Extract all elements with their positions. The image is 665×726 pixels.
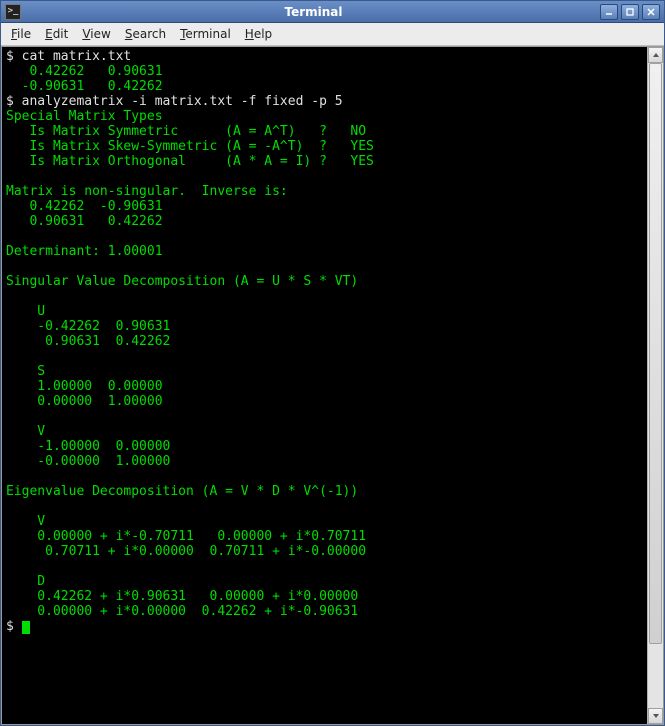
output-line: 0.00000 + i*0.00000 0.42262 + i*-0.90631 bbox=[6, 604, 358, 619]
output-line: D bbox=[6, 574, 45, 589]
maximize-button[interactable] bbox=[621, 4, 639, 20]
output-line: U bbox=[6, 304, 45, 319]
close-button[interactable] bbox=[642, 4, 660, 20]
scroll-thumb[interactable] bbox=[649, 63, 662, 644]
output-line: 0.70711 + i*0.00000 0.70711 + i*-0.00000 bbox=[6, 544, 366, 559]
menu-view[interactable]: View bbox=[76, 25, 116, 43]
cursor bbox=[22, 621, 30, 634]
output-line: 0.42262 0.90631 bbox=[6, 64, 163, 79]
output-line: Singular Value Decomposition (A = U * S … bbox=[6, 274, 358, 289]
output-line: 0.00000 1.00000 bbox=[6, 394, 163, 409]
terminal-area: $ cat matrix.txt 0.42262 0.90631 -0.9063… bbox=[1, 46, 664, 725]
menu-edit[interactable]: Edit bbox=[39, 25, 74, 43]
output-line: V bbox=[6, 424, 45, 439]
scroll-up-button[interactable] bbox=[648, 47, 663, 63]
menubar: File Edit View Search Terminal Help bbox=[1, 23, 664, 46]
output-line: Is Matrix Symmetric (A = A^T) ? NO bbox=[6, 124, 366, 139]
output-line: V bbox=[6, 514, 45, 529]
terminal-icon: >_ bbox=[5, 4, 21, 20]
menu-search[interactable]: Search bbox=[119, 25, 172, 43]
terminal-output[interactable]: $ cat matrix.txt 0.42262 0.90631 -0.9063… bbox=[2, 47, 647, 724]
output-line: 0.42262 -0.90631 bbox=[6, 199, 163, 214]
output-line: 0.00000 + i*-0.70711 0.00000 + i*0.70711 bbox=[6, 529, 366, 544]
window-title: Terminal bbox=[27, 5, 600, 19]
output-line: 0.42262 + i*0.90631 0.00000 + i*0.00000 bbox=[6, 589, 358, 604]
command-text: analyzematrix -i matrix.txt -f fixed -p … bbox=[22, 94, 343, 109]
output-line: -0.90631 0.42262 bbox=[6, 79, 163, 94]
output-line: 0.90631 0.42262 bbox=[6, 214, 163, 229]
scrollbar[interactable] bbox=[647, 47, 663, 724]
output-line: Determinant: 1.00001 bbox=[6, 244, 163, 259]
menu-help[interactable]: Help bbox=[239, 25, 278, 43]
titlebar[interactable]: >_ Terminal bbox=[1, 1, 664, 23]
output-line: 0.90631 0.42262 bbox=[6, 334, 170, 349]
output-line: Is Matrix Orthogonal (A * A = I) ? YES bbox=[6, 154, 374, 169]
output-line: -0.00000 1.00000 bbox=[6, 454, 170, 469]
output-line: Special Matrix Types bbox=[6, 109, 163, 124]
scroll-track[interactable] bbox=[648, 63, 663, 708]
prompt: $ bbox=[6, 49, 22, 64]
output-line: Eigenvalue Decomposition (A = V * D * V^… bbox=[6, 484, 358, 499]
prompt: $ bbox=[6, 94, 22, 109]
minimize-button[interactable] bbox=[600, 4, 618, 20]
scroll-down-button[interactable] bbox=[648, 708, 663, 724]
menu-terminal[interactable]: Terminal bbox=[174, 25, 237, 43]
terminal-window: >_ Terminal File Edit View Search Termin… bbox=[0, 0, 665, 726]
output-line: 1.00000 0.00000 bbox=[6, 379, 163, 394]
window-controls bbox=[600, 4, 660, 20]
output-line: -0.42262 0.90631 bbox=[6, 319, 170, 334]
output-line: Matrix is non-singular. Inverse is: bbox=[6, 184, 288, 199]
menu-file[interactable]: File bbox=[5, 25, 37, 43]
output-line: -1.00000 0.00000 bbox=[6, 439, 170, 454]
prompt: $ bbox=[6, 619, 22, 634]
output-line: Is Matrix Skew-Symmetric (A = -A^T) ? YE… bbox=[6, 139, 374, 154]
output-line: S bbox=[6, 364, 45, 379]
command-text: cat matrix.txt bbox=[22, 49, 132, 64]
